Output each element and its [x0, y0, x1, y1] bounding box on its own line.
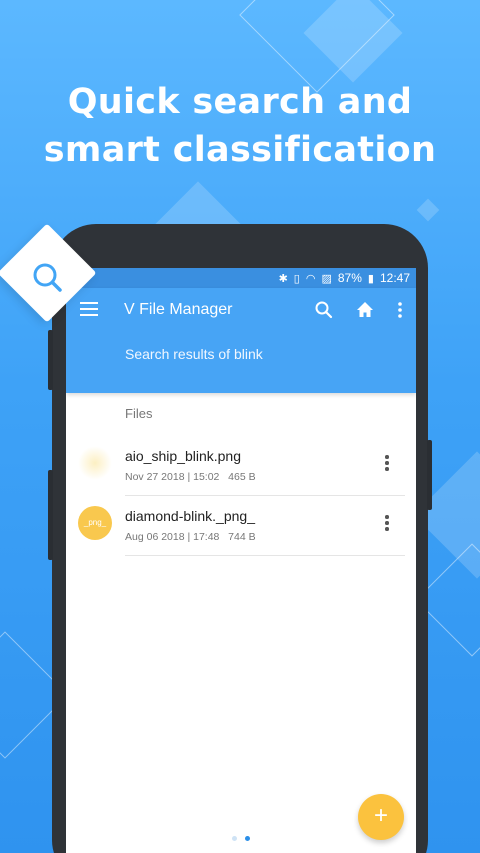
page-dot	[232, 836, 237, 841]
more-vert-icon[interactable]	[390, 300, 410, 320]
file-thumbnail-label: _png_	[83, 518, 107, 527]
file-meta: Aug 06 2018 | 17:48 744 B	[125, 531, 256, 543]
more-vert-icon[interactable]	[384, 455, 390, 473]
divider	[125, 555, 405, 556]
headline-line-2: smart classification	[43, 130, 437, 170]
file-list-item[interactable]: _png_ diamond-blink._png_ Aug 06 2018 | …	[66, 496, 416, 556]
file-name: aio_ship_blink.png	[125, 448, 241, 464]
decorative-diamond	[416, 198, 440, 222]
home-icon[interactable]	[355, 300, 375, 320]
vibrate-icon: ▯	[293, 272, 300, 285]
file-meta: Nov 27 2018 | 15:02 465 B	[125, 471, 256, 483]
file-name: diamond-blink._png_	[125, 508, 255, 524]
file-thumbnail: _png_	[78, 506, 112, 540]
file-thumbnail	[78, 446, 112, 480]
wifi-icon: ◠	[305, 272, 316, 285]
section-header-files: Files	[125, 406, 153, 421]
search-icon	[33, 263, 62, 292]
page-dot-active	[245, 836, 250, 841]
app-title: V File Manager	[124, 301, 233, 318]
phone-screen: ✱ ▯ ◠ ▨ 87% ▮ 12:47 V File Manager Searc…	[66, 268, 416, 853]
phone-side-button	[48, 330, 53, 390]
file-size: 465 B	[228, 471, 256, 483]
menu-icon[interactable]	[80, 302, 98, 316]
headline: Quick search and smart classification	[0, 78, 480, 174]
headline-line-1: Quick search and	[67, 82, 413, 122]
file-date: Nov 27 2018 | 15:02	[125, 471, 220, 483]
status-bar: ✱ ▯ ◠ ▨ 87% ▮ 12:47	[66, 268, 416, 288]
bluetooth-icon: ✱	[278, 272, 288, 285]
file-size: 744 B	[228, 531, 256, 543]
no-sim-icon: ▨	[321, 272, 332, 285]
app-bar: V File Manager Search results of blink	[66, 288, 416, 393]
more-vert-icon[interactable]	[384, 515, 390, 533]
clock: 12:47	[379, 271, 410, 285]
search-results-subtitle: Search results of blink	[125, 346, 263, 362]
file-date: Aug 06 2018 | 17:48	[125, 531, 220, 543]
search-icon[interactable]	[314, 300, 334, 320]
phone-side-button	[427, 440, 432, 510]
battery-icon: ▮	[367, 272, 374, 285]
battery-level: 87%	[337, 271, 362, 285]
add-fab-button[interactable]: +	[358, 794, 404, 840]
phone-side-button	[48, 470, 53, 560]
file-list-item[interactable]: aio_ship_blink.png Nov 27 2018 | 15:02 4…	[66, 436, 416, 496]
page-indicator	[232, 836, 250, 841]
